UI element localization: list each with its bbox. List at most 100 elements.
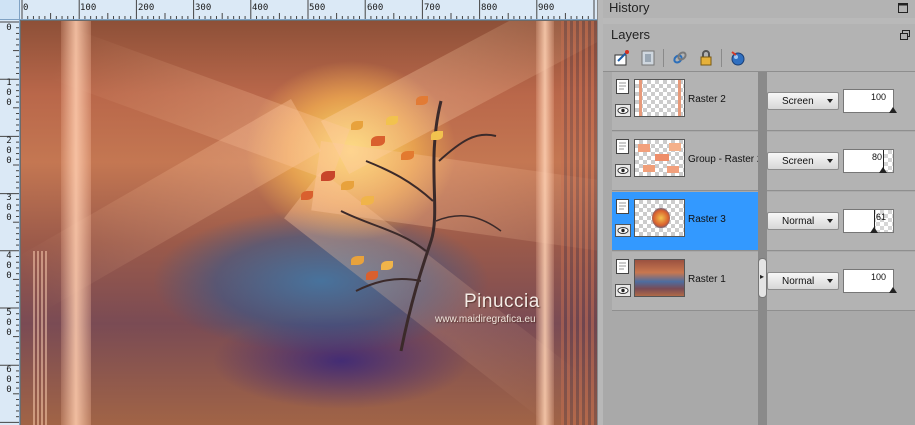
layer-name: Group - Raster 2 <box>688 154 763 165</box>
blend-mode-dropdown[interactable]: Normal <box>767 272 839 290</box>
opacity-marker <box>889 107 897 113</box>
blend-mode-value: Screen <box>782 156 814 167</box>
leaf <box>321 171 335 181</box>
dropdown-arrow-icon <box>827 159 833 163</box>
eye-icon[interactable] <box>615 224 631 237</box>
ruler-label: 400 <box>252 3 269 13</box>
layer-row[interactable]: Raster 2 <box>612 72 758 131</box>
opacity-value: 100 <box>870 272 886 282</box>
restore-icon[interactable] <box>900 30 910 40</box>
canvas-area: 0 100 200 300 400 500 600 700 800 900 0 … <box>0 0 597 425</box>
opacity-value: 100 <box>870 92 886 102</box>
new-mask-layer-icon[interactable] <box>639 49 657 67</box>
layer-name: Raster 3 <box>688 214 726 225</box>
opacity-slider[interactable]: 100 <box>843 269 897 293</box>
expand-arrow-icon[interactable]: ▸ <box>760 272 764 281</box>
ruler-label: 0 <box>6 23 12 33</box>
layer-list-scrollbar[interactable] <box>758 72 767 425</box>
ruler-label: 0 <box>6 213 12 223</box>
blend-mode-value: Normal <box>782 216 815 227</box>
layers-toolbar <box>603 44 915 72</box>
toolbar-separator <box>663 49 664 67</box>
opacity-value: 61 <box>875 212 886 222</box>
leaf <box>416 96 428 105</box>
opacity-marker <box>870 227 878 233</box>
layer-row-selected[interactable]: Raster 3 <box>612 192 758 251</box>
layer-properties-row: Screen 100 <box>767 72 915 131</box>
ruler-label: 0 <box>6 318 12 328</box>
opacity-marker <box>879 167 887 173</box>
ruler-label: 0 <box>6 146 12 156</box>
ruler-label: 700 <box>424 3 441 13</box>
ruler-label: 900 <box>538 3 555 13</box>
layer-page-icon <box>616 259 629 274</box>
link-icon[interactable] <box>671 49 689 67</box>
ruler-label: 1 <box>6 78 12 88</box>
ruler-label: 0 <box>23 3 29 13</box>
ruler-label: 0 <box>6 328 12 338</box>
opacity-slider[interactable]: 80 <box>843 149 894 173</box>
layer-properties-row: Screen 80 <box>767 132 915 191</box>
blend-mode-dropdown[interactable]: Normal <box>767 212 839 230</box>
ruler-horizontal: 0 100 200 300 400 500 600 700 800 900 <box>20 0 597 20</box>
vertical-stripe <box>61 21 91 425</box>
blend-mode-value: Normal <box>782 276 815 287</box>
history-panel-title: History <box>609 0 650 15</box>
ruler-label: 0 <box>6 88 12 98</box>
ruler-label: 6 <box>6 365 12 375</box>
leaf <box>341 181 354 190</box>
layer-thumbnail <box>634 79 685 117</box>
leaf <box>351 256 364 265</box>
ruler-label: 4 <box>6 251 12 261</box>
opacity-value: 80 <box>871 152 882 162</box>
leaf <box>401 151 414 160</box>
watermark-name: Pinuccia <box>464 291 540 312</box>
ruler-label: 0 <box>6 156 12 166</box>
layer-page-icon <box>616 139 629 154</box>
dropdown-arrow-icon <box>827 99 833 103</box>
layer-properties-row: Normal 100 <box>767 252 915 311</box>
watermark-url: www.maidiregrafica.eu <box>435 314 536 325</box>
layers-panel-header: Layers <box>603 24 915 44</box>
leaf <box>351 121 363 130</box>
ruler-label: 0 <box>6 98 12 108</box>
ruler-label: 5 <box>6 308 12 318</box>
blend-mode-value: Screen <box>782 96 814 107</box>
vertical-stripe <box>33 251 47 425</box>
ruler-label: 200 <box>138 3 155 13</box>
blend-mode-dropdown[interactable]: Screen <box>767 152 839 170</box>
layer-page-icon <box>616 79 629 94</box>
eye-icon[interactable] <box>615 284 631 297</box>
ruler-label: 0 <box>6 375 12 385</box>
app-window: 0 100 200 300 400 500 600 700 800 900 0 … <box>0 0 915 425</box>
lock-icon[interactable] <box>697 49 715 67</box>
layer-row[interactable]: Group - Raster 2 <box>612 132 762 191</box>
opacity-marker <box>889 287 897 293</box>
layer-name: Raster 1 <box>688 274 726 285</box>
eye-icon[interactable] <box>615 104 631 117</box>
toolbar-separator <box>721 49 722 67</box>
leaf <box>301 191 313 200</box>
blend-mode-dropdown[interactable]: Screen <box>767 92 839 110</box>
layer-page-icon <box>616 199 629 214</box>
vertical-stripe <box>561 21 597 425</box>
layers-panel-title: Layers <box>611 27 651 42</box>
ruler-corner <box>0 0 20 20</box>
opacity-slider[interactable]: 61 <box>843 209 894 233</box>
maximize-icon[interactable] <box>898 3 908 13</box>
ruler-label: 100 <box>80 3 97 13</box>
ruler-label: 3 <box>6 193 12 203</box>
leaf <box>361 196 374 205</box>
artwork-canvas[interactable]: Pinuccia www.maidiregrafica.eu <box>21 21 597 425</box>
ruler-label: 0 <box>6 385 12 395</box>
eye-icon[interactable] <box>615 164 631 177</box>
layer-properties-row: Normal 61 <box>767 192 915 251</box>
layer-row[interactable]: Raster 1 <box>612 252 758 311</box>
opacity-slider[interactable]: 100 <box>843 89 897 113</box>
ruler-label: 600 <box>367 3 384 13</box>
dropdown-arrow-icon <box>827 219 833 223</box>
layer-list: Raster 2 Group - Raster 2 Raster 3 Raste… <box>603 72 915 425</box>
new-raster-layer-icon[interactable] <box>613 49 631 67</box>
visibility-toggle-icon[interactable] <box>729 49 747 67</box>
leaf <box>381 261 393 270</box>
